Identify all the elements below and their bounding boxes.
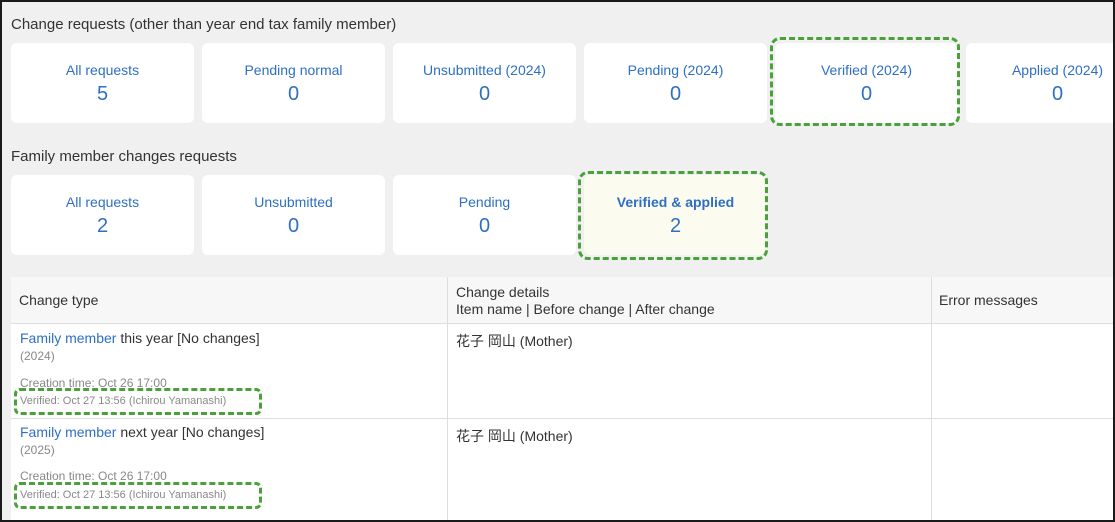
card-family-verified-applied[interactable]: Verified & applied 2 xyxy=(584,175,767,255)
card-label: Pending (2024) xyxy=(627,62,724,78)
card-unsubmitted-2024[interactable]: Unsubmitted (2024) 0 xyxy=(393,43,576,123)
card-label: Pending normal xyxy=(244,62,343,78)
card-all-requests[interactable]: All requests 5 xyxy=(11,43,194,123)
row2-creation-time: Creation time: Oct 26 17:00 xyxy=(20,469,167,483)
card-label: Unsubmitted xyxy=(254,194,333,210)
card-value: 0 xyxy=(287,83,300,105)
card-value: 2 xyxy=(96,215,109,237)
header-change-details-sub: Item name | Before change | After change xyxy=(456,301,715,317)
row1-year: (2024) xyxy=(20,349,55,363)
row1-creation-time: Creation time: Oct 26 17:00 xyxy=(20,376,167,390)
card-label: All requests xyxy=(65,194,140,210)
header-change-details: Change details Item name | Before change… xyxy=(447,277,931,324)
row1-change-type: Family member this year [No changes] xyxy=(20,330,260,346)
column-divider xyxy=(931,277,932,520)
change-requests-title: Change requests (other than year end tax… xyxy=(11,16,397,33)
card-applied-2024[interactable]: Applied (2024) 0 xyxy=(966,43,1113,123)
card-value: 2 xyxy=(669,215,682,237)
card-family-all-requests[interactable]: All requests 2 xyxy=(11,175,194,255)
card-label: Unsubmitted (2024) xyxy=(423,62,546,78)
card-label: Pending xyxy=(458,194,511,210)
card-label: Applied (2024) xyxy=(1011,62,1104,78)
card-value: 0 xyxy=(860,83,873,105)
row2-year: (2025) xyxy=(20,443,55,457)
card-value: 0 xyxy=(287,215,300,237)
card-verified-2024[interactable]: Verified (2024) 0 xyxy=(775,43,958,123)
card-label: Verified (2024) xyxy=(820,62,913,78)
family-requests-title: Family member changes requests xyxy=(11,148,237,165)
row1-type-text: this year [No changes] xyxy=(116,330,260,346)
card-value: 0 xyxy=(1051,83,1064,105)
card-value: 0 xyxy=(669,83,682,105)
row1-verified: Verified: Oct 27 13:56 (Ichirou Yamanash… xyxy=(20,395,227,407)
card-value: 0 xyxy=(478,83,491,105)
header-error-messages-label: Error messages xyxy=(939,292,1038,308)
row2-type-text: next year [No changes] xyxy=(116,424,265,440)
card-label: Verified & applied xyxy=(616,194,735,210)
row-divider xyxy=(11,418,1113,419)
family-member-link[interactable]: Family member xyxy=(20,330,116,346)
card-label: All requests xyxy=(65,62,140,78)
row2-change-type: Family member next year [No changes] xyxy=(20,424,264,440)
column-divider xyxy=(447,277,448,520)
change-requests-table: Change type Change details Item name | B… xyxy=(11,277,1113,520)
card-pending-normal[interactable]: Pending normal 0 xyxy=(202,43,385,123)
header-change-type-label: Change type xyxy=(19,292,99,308)
card-value: 5 xyxy=(96,83,109,105)
row1-details: 花子 岡山 (Mother) xyxy=(456,333,573,349)
card-family-unsubmitted[interactable]: Unsubmitted 0 xyxy=(202,175,385,255)
header-error-messages: Error messages xyxy=(931,277,1113,324)
page-frame: Change requests (other than year end tax… xyxy=(0,0,1115,522)
row2-details: 花子 岡山 (Mother) xyxy=(456,428,573,444)
header-change-type: Change type xyxy=(11,277,447,324)
card-family-pending[interactable]: Pending 0 xyxy=(393,175,576,255)
card-value: 0 xyxy=(478,215,491,237)
family-member-link[interactable]: Family member xyxy=(20,424,116,440)
header-change-details-label: Change details xyxy=(456,284,550,300)
card-pending-2024[interactable]: Pending (2024) 0 xyxy=(584,43,767,123)
row2-verified: Verified: Oct 27 13:56 (Ichirou Yamanash… xyxy=(20,489,227,501)
